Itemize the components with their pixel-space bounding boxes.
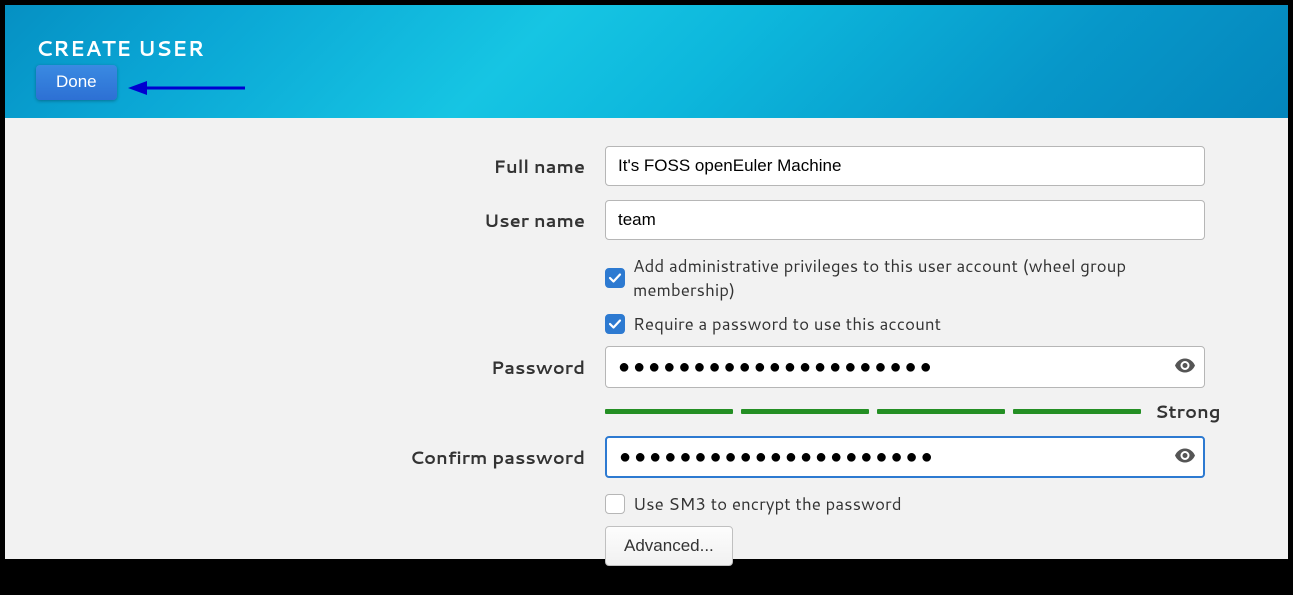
full-name-input[interactable] [605,146,1205,186]
advanced-button[interactable]: Advanced... [605,526,733,566]
admin-privileges-checkbox[interactable] [605,268,625,288]
confirm-password-input[interactable] [605,436,1205,478]
admin-privileges-label: Add administrative privileges to this us… [633,254,1210,302]
page-title: CREATE USER [36,33,205,63]
done-button[interactable]: Done [36,65,117,100]
eye-icon[interactable] [1175,446,1195,469]
user-form: Full name User name Add administrative p… [5,118,1288,559]
sm3-encrypt-label: Use SM3 to encrypt the password [633,492,902,516]
annotation-arrow [125,79,255,99]
password-strength-label: Strong [1155,398,1221,424]
user-name-label: User name [5,207,605,233]
password-strength-meter [605,409,1141,414]
require-password-label: Require a password to use this account [633,312,941,336]
eye-icon[interactable] [1175,356,1195,379]
header-banner: CREATE USER Done [5,5,1288,118]
require-password-checkbox[interactable] [605,314,625,334]
user-name-input[interactable] [605,200,1205,240]
full-name-label: Full name [5,153,605,179]
password-label: Password [5,354,605,380]
sm3-encrypt-checkbox[interactable] [605,494,625,514]
password-input[interactable] [605,346,1205,388]
confirm-password-label: Confirm password [5,444,605,470]
